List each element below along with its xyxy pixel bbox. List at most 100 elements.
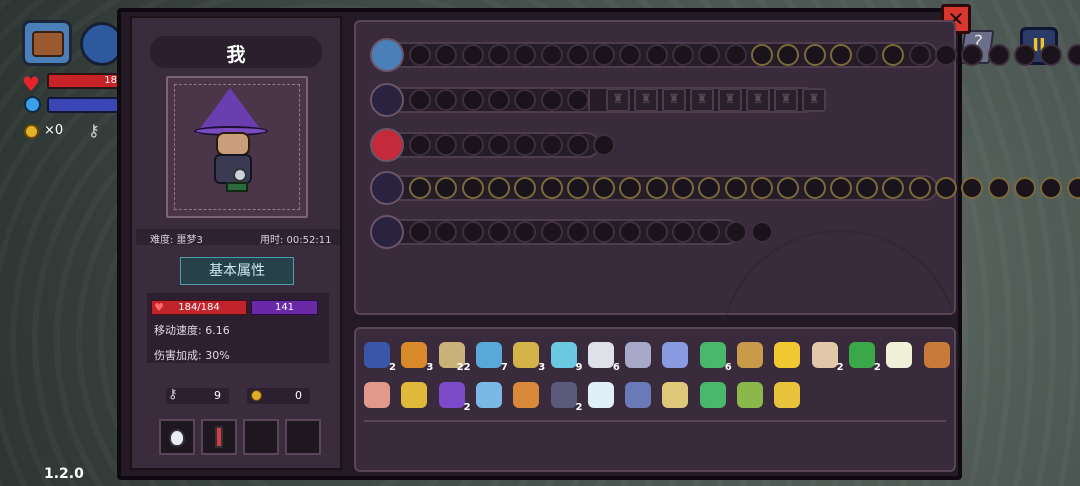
inventory-item-arrows[interactable]: 22 — [437, 340, 471, 373]
equipment-slot[interactable] — [987, 177, 1010, 199]
equipment-slot[interactable] — [803, 44, 826, 66]
equipment-slot[interactable] — [856, 177, 879, 199]
equipment-slot[interactable] — [409, 177, 431, 199]
gem-icon[interactable] — [370, 128, 404, 162]
equipment-slot[interactable] — [487, 89, 510, 111]
consumable-slot-1[interactable] — [159, 419, 195, 455]
inventory-item-lotus[interactable] — [586, 380, 616, 410]
equipment-slot[interactable] — [461, 221, 484, 243]
inventory-item-bow-blue[interactable]: 7 — [474, 340, 508, 373]
equipment-slot[interactable] — [1013, 44, 1036, 66]
inventory-item-crystal-orb[interactable] — [474, 380, 504, 410]
inventory-item-ear[interactable] — [362, 380, 392, 410]
equipment-slot[interactable] — [935, 44, 957, 66]
equipment-slot[interactable] — [487, 44, 510, 66]
equipment-slot[interactable] — [803, 177, 826, 199]
equipment-slot[interactable] — [987, 44, 1010, 66]
equipment-slot[interactable] — [750, 177, 773, 199]
equipment-slot[interactable] — [856, 44, 879, 66]
inventory-item-slingshot[interactable] — [511, 380, 541, 410]
inventory-item-scroll-hand[interactable] — [623, 380, 653, 410]
equipment-slot[interactable] — [645, 221, 668, 243]
locked-slot-icon: ♜ — [662, 88, 686, 112]
heart-icon: ♥ — [22, 72, 40, 96]
equipment-slot[interactable] — [461, 134, 484, 156]
inventory-item-gauntlet[interactable] — [922, 340, 952, 370]
equipment-slot[interactable] — [566, 134, 589, 156]
equipment-slot[interactable] — [409, 44, 431, 66]
inventory-item-crossbow[interactable]: 3 — [511, 340, 545, 373]
equipment-slot[interactable] — [672, 221, 694, 243]
equipment-slot[interactable] — [908, 177, 931, 199]
equipment-slot[interactable] — [750, 44, 773, 66]
equipment-slot[interactable] — [461, 177, 484, 199]
inventory-item-wizard-hat[interactable]: 2 — [437, 380, 471, 413]
inventory-item-herb[interactable]: 2 — [847, 340, 881, 373]
crystal-ball-icon — [233, 168, 247, 182]
inventory-item-boot[interactable] — [698, 380, 728, 410]
consumable-slot-4[interactable] — [285, 419, 321, 455]
basic-attributes-tab[interactable]: 基本属性 — [180, 257, 294, 285]
inventory-item-bone-club[interactable]: 2 — [810, 340, 844, 373]
equipment-slot[interactable] — [908, 44, 931, 66]
wand-icon[interactable] — [370, 215, 404, 249]
equipment-slot[interactable] — [645, 44, 668, 66]
inventory-item-dark-helm[interactable]: 2 — [549, 380, 583, 413]
inventory-item-arrow-leaf[interactable] — [735, 380, 765, 410]
inventory-item-bow-fire[interactable]: 3 — [399, 340, 433, 373]
hud-chest-button[interactable] — [22, 20, 72, 66]
equipment-slot[interactable] — [566, 44, 589, 66]
equipment-slot[interactable] — [461, 44, 484, 66]
equipment-slot[interactable] — [593, 221, 616, 243]
equipment-slot[interactable] — [540, 221, 563, 243]
inventory-item-water-drop[interactable] — [660, 340, 690, 370]
equipment-slot[interactable] — [593, 134, 616, 156]
equipment-slot[interactable] — [409, 221, 431, 243]
inventory-item-potion-cone[interactable] — [772, 340, 802, 370]
inventory-item-fangs[interactable] — [884, 340, 914, 370]
equipment-slot[interactable] — [724, 177, 747, 199]
inventory-item-hourglass[interactable] — [660, 380, 690, 410]
time-label: 用时: 00:52:11 — [260, 235, 332, 246]
inventory-item-bow-green[interactable]: 6 — [698, 340, 732, 373]
inventory-item-skull-helm[interactable]: 2 — [362, 340, 396, 373]
equipment-slot[interactable] — [672, 44, 694, 66]
equipment-slot[interactable] — [487, 134, 510, 156]
inventory-item-bell[interactable] — [772, 380, 802, 410]
equipment-slot[interactable] — [540, 177, 563, 199]
inventory-item-bow-light[interactable]: 6 — [586, 340, 620, 373]
equipment-slot[interactable] — [409, 89, 431, 111]
equipment-slot[interactable] — [566, 177, 589, 199]
equipment-slot[interactable] — [409, 134, 431, 156]
equipment-slot[interactable] — [1013, 177, 1036, 199]
equipment-slot[interactable] — [461, 89, 484, 111]
equipment-slot[interactable] — [935, 177, 957, 199]
equipment-slot[interactable] — [593, 177, 616, 199]
equipment-slot[interactable] — [487, 177, 510, 199]
consumable-slot-2[interactable] — [201, 419, 237, 455]
inventory-item-treasure-map[interactable] — [735, 340, 765, 370]
equipment-slot[interactable] — [750, 221, 773, 243]
equipment-slot[interactable] — [724, 44, 747, 66]
equipment-slot[interactable] — [829, 44, 852, 66]
equipment-slot[interactable] — [724, 221, 747, 243]
equipment-slot[interactable] — [487, 221, 510, 243]
chest-icon[interactable] — [370, 38, 404, 72]
inventory-item-feather-quill[interactable] — [623, 340, 653, 370]
hourglass-icon — [662, 382, 689, 408]
equipment-slot[interactable] — [645, 177, 668, 199]
equipment-slot[interactable] — [672, 177, 694, 199]
staff-icon[interactable] — [370, 171, 404, 205]
treasure-map-icon — [737, 342, 763, 368]
equipment-slot[interactable] — [566, 221, 589, 243]
consumable-slot-3[interactable] — [243, 419, 279, 455]
equipment-slot[interactable] — [566, 89, 589, 111]
inventory-item-magnifier[interactable] — [399, 380, 429, 410]
equipment-slot[interactable] — [540, 134, 563, 156]
equipment-slot[interactable] — [540, 89, 563, 111]
inventory-item-bow-ice[interactable]: 9 — [549, 340, 583, 373]
equipment-slot[interactable] — [829, 177, 852, 199]
equipment-slot[interactable] — [540, 44, 563, 66]
sword-icon[interactable] — [370, 83, 404, 117]
equipment-slot[interactable] — [593, 44, 616, 66]
